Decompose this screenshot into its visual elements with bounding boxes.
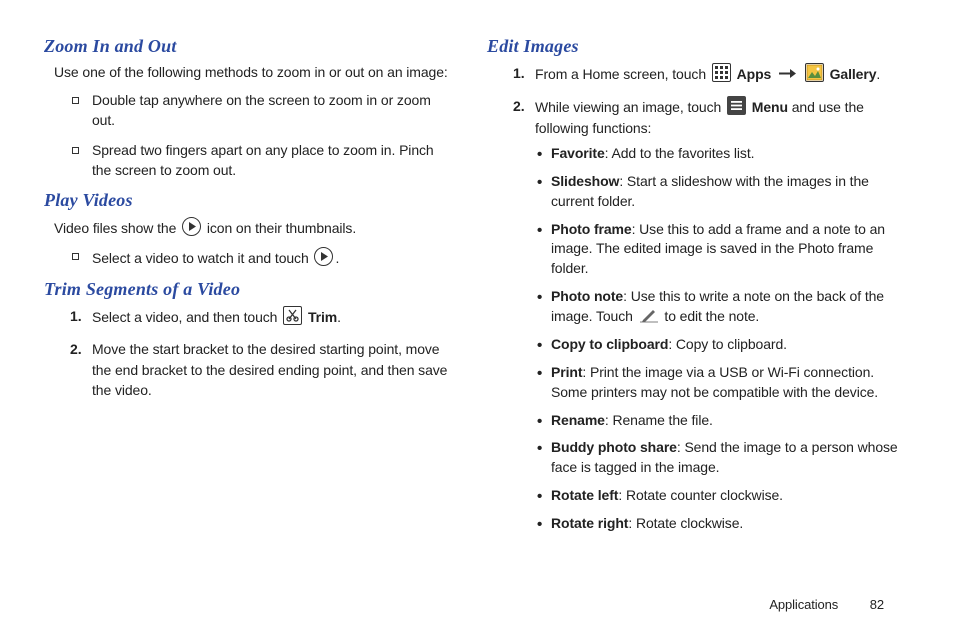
bullet-label: Rotate left [551, 487, 618, 503]
page-footer: Applications 82 [769, 597, 884, 612]
edit-step1-post: . [876, 66, 880, 82]
right-column: Edit Images From a Home screen, touch Ap… [477, 36, 910, 560]
heading-play: Play Videos [44, 190, 453, 211]
page-content: Zoom In and Out Use one of the following… [0, 0, 954, 560]
bullet-photo-note: Photo note: Use this to write a note on … [537, 287, 910, 327]
bullet-label: Rename [551, 412, 605, 428]
play-item-1: Select a video to watch it and touch . [72, 247, 453, 269]
edit-bullets: Favorite: Add to the favorites list. Sli… [535, 144, 910, 534]
trim-step1-pre: Select a video, and then touch [92, 309, 281, 325]
menu-icon [727, 96, 746, 115]
bullet-photo-frame: Photo frame: Use this to add a frame and… [537, 220, 910, 280]
bullet-label: Buddy photo share [551, 439, 677, 455]
bullet-rotate-left: Rotate left: Rotate counter clockwise. [537, 486, 910, 506]
bullet-favorite: Favorite: Add to the favorites list. [537, 144, 910, 164]
menu-label: Menu [752, 99, 788, 115]
apps-icon [712, 63, 731, 82]
heading-trim: Trim Segments of a Video [44, 279, 453, 300]
scissors-icon [283, 306, 302, 325]
bullet-rename: Rename: Rename the file. [537, 411, 910, 431]
edit-step2-pre: While viewing an image, touch [535, 99, 725, 115]
bullet-label: Slideshow [551, 173, 619, 189]
bullet-buddy-share: Buddy photo share: Send the image to a p… [537, 438, 910, 478]
play-icon [182, 217, 201, 236]
edit-step-2: While viewing an image, touch Menu and u… [513, 96, 910, 534]
heading-edit: Edit Images [487, 36, 910, 57]
gallery-icon [805, 63, 824, 82]
trim-step1-post: . [337, 309, 341, 325]
trim-step-1: Select a video, and then touch Trim. [70, 306, 453, 327]
play-list: Select a video to watch it and touch . [44, 247, 453, 269]
edit-step1-pre: From a Home screen, touch [535, 66, 710, 82]
heading-zoom: Zoom In and Out [44, 36, 453, 57]
footer-section: Applications [769, 597, 838, 612]
bullet-label: Rotate right [551, 515, 628, 531]
play-item-post: . [335, 250, 339, 266]
bullet-label: Photo note [551, 288, 623, 304]
zoom-intro: Use one of the following methods to zoom… [54, 63, 453, 83]
bullet-label: Favorite [551, 145, 605, 161]
edit-steps: From a Home screen, touch Apps Gallery. … [487, 63, 910, 534]
bullet-copy-clipboard: Copy to clipboard: Copy to clipboard. [537, 335, 910, 355]
play-intro-pre: Video files show the [54, 220, 180, 236]
bullet-label: Photo frame [551, 221, 632, 237]
bullet-label: Copy to clipboard [551, 336, 668, 352]
bullet-text: : Rename the file. [605, 412, 713, 428]
bullet-text-post: to edit the note. [661, 308, 760, 324]
left-column: Zoom In and Out Use one of the following… [44, 36, 477, 560]
edit-step-1: From a Home screen, touch Apps Gallery. [513, 63, 910, 84]
gallery-label: Gallery [830, 66, 877, 82]
zoom-list: Double tap anywhere on the screen to zoo… [44, 91, 453, 181]
arrow-right-icon [777, 65, 797, 82]
bullet-text: : Print the image via a USB or Wi-Fi con… [551, 364, 878, 400]
pencil-icon [639, 307, 659, 324]
bullet-text: : Copy to clipboard. [668, 336, 787, 352]
bullet-slideshow: Slideshow: Start a slideshow with the im… [537, 172, 910, 212]
bullet-rotate-right: Rotate right: Rotate clockwise. [537, 514, 910, 534]
trim-label: Trim [308, 309, 337, 325]
zoom-item-1: Double tap anywhere on the screen to zoo… [72, 91, 453, 131]
bullet-text: : Rotate clockwise. [628, 515, 743, 531]
bullet-text: : Rotate counter clockwise. [618, 487, 783, 503]
play-intro: Video files show the icon on their thumb… [54, 217, 453, 239]
footer-page-number: 82 [870, 597, 884, 612]
play-intro-post: icon on their thumbnails. [203, 220, 356, 236]
bullet-text: : Add to the favorites list. [605, 145, 755, 161]
apps-label: Apps [737, 66, 772, 82]
play-item-pre: Select a video to watch it and touch [92, 250, 312, 266]
trim-steps: Select a video, and then touch Trim. Mov… [44, 306, 453, 400]
bullet-print: Print: Print the image via a USB or Wi-F… [537, 363, 910, 403]
bullet-label: Print [551, 364, 582, 380]
play-icon [314, 247, 333, 266]
trim-step-2: Move the start bracket to the desired st… [70, 339, 453, 400]
zoom-item-2: Spread two fingers apart on any place to… [72, 141, 453, 181]
